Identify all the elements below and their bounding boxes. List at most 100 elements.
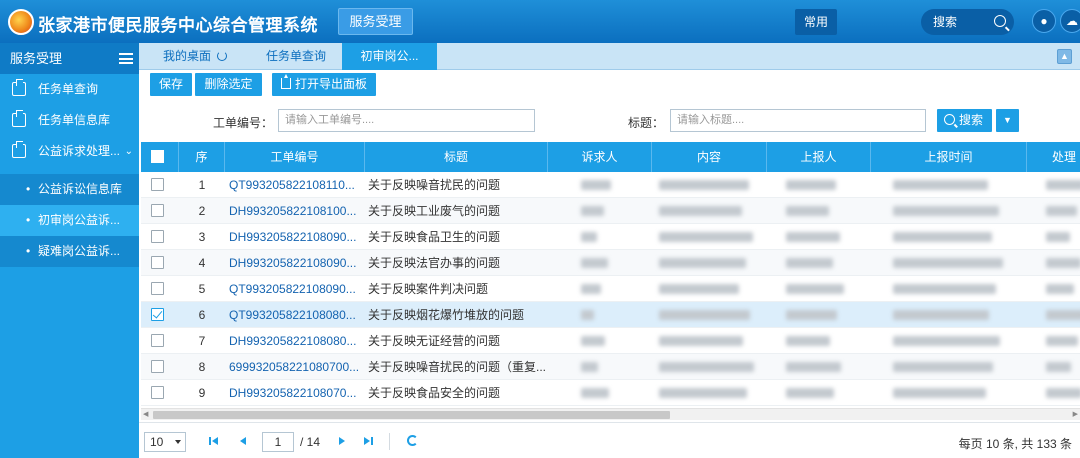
sidebar-subitem-label: 疑难岗公益诉... [38,244,121,258]
search-icon [944,114,955,125]
collapse-up-icon[interactable]: ▲ [1057,49,1072,64]
page-size-select[interactable]: 10 [144,432,186,452]
row-checkbox[interactable] [151,204,164,217]
row-order-no-link[interactable]: DH993205822108090... [229,250,363,276]
col-header-reporter[interactable]: 上报人 [767,142,871,172]
row-checkbox[interactable] [151,178,164,191]
table-row[interactable]: 2 DH993205822108100... 关于反映工业废气的问题 [141,198,1080,224]
redacted-cell [786,336,830,346]
row-order-no-link[interactable]: QT993205822108080... [229,302,363,328]
tab-label: 初审岗公... [360,49,419,63]
col-header-seq[interactable]: 序 [179,142,225,172]
next-page-icon[interactable] [335,433,349,449]
row-checkbox[interactable] [151,282,164,295]
row-checkbox[interactable] [151,386,164,399]
select-all-checkbox[interactable] [151,150,164,163]
table-row[interactable]: 6 QT993205822108080... 关于反映烟花爆竹堆放的问题 [141,302,1080,328]
refresh-icon[interactable] [407,435,418,446]
page-size-value: 10 [150,435,164,449]
scroll-right-icon[interactable]: ▶ [1073,410,1078,418]
col-header-order-no[interactable]: 工单编号 [225,142,365,172]
table-row[interactable]: 8 699932058221080700... 关于反映噪音扰民的问题（重复... [141,354,1080,380]
redacted-cell [1046,284,1074,294]
scrollbar-thumb[interactable] [153,411,670,419]
redacted-cell [786,310,837,320]
favorites-button[interactable]: 常用 [795,9,837,35]
col-header-title[interactable]: 标题 [365,142,548,172]
last-page-icon[interactable] [361,433,375,449]
row-seq: 3 [198,230,206,244]
row-checkbox[interactable] [151,334,164,347]
export-panel-button[interactable]: 打开导出面板 [272,73,376,96]
menu-icon[interactable] [119,53,133,64]
row-checkbox[interactable] [151,256,164,269]
chevron-down-icon[interactable]: ▼ [996,109,1019,132]
col-header-handle[interactable]: 处理 [1027,142,1080,172]
redacted-cell [1046,336,1078,346]
sidebar-item-task-query[interactable]: 任务单查询 [0,74,139,105]
row-order-no-link[interactable]: DH993205822108100... [229,198,363,224]
sidebar-item-task-library[interactable]: 任务单信息库 [0,105,139,136]
upload-icon [280,74,291,89]
global-search-input[interactable]: 搜索 [921,9,1014,35]
bell-icon[interactable]: ● [1032,9,1056,33]
table-row[interactable]: 5 QT993205822108090... 关于反映案件判决问题 [141,276,1080,302]
sidebar-subitem-initial-review[interactable]: 初审岗公益诉... [0,205,139,236]
prev-page-icon[interactable] [237,433,251,449]
refresh-icon[interactable] [217,51,227,61]
scroll-left-icon[interactable]: ◀ [143,410,148,418]
tab-initial-review[interactable]: 初审岗公... [342,43,437,70]
col-header-appellant[interactable]: 诉求人 [548,142,652,172]
tab-bar: 我的桌面 任务单查询 初审岗公... ▲ [139,43,1080,70]
redacted-cell [1046,310,1080,320]
pager-info: 每页 10 条, 共 133 条 [958,437,1072,451]
row-checkbox[interactable] [151,360,164,373]
sidebar-subitem-difficult-review[interactable]: 疑难岗公益诉... [0,236,139,267]
current-page-input[interactable]: 1 [262,432,294,452]
app-header: 张家港市便民服务中心综合管理系统 服务受理 常用 搜索 ● ☁ [0,0,1080,43]
cloud-icon[interactable]: ☁ [1060,9,1080,33]
redacted-cell [659,284,739,294]
redacted-cell [893,362,993,372]
horizontal-scrollbar[interactable]: ◀ ▶ [141,408,1080,420]
redacted-cell [659,362,754,372]
first-page-icon[interactable] [207,433,221,449]
sidebar-item-public-appeal[interactable]: 公益诉求处理... ⌄ [0,136,139,167]
table-row[interactable]: 3 DH993205822108090... 关于反映食品卫生的问题 [141,224,1080,250]
table-row[interactable]: 9 DH993205822108070... 关于反映食品安全的问题 [141,380,1080,406]
tab-task-query[interactable]: 任务单查询 [251,43,341,70]
redacted-cell [1046,232,1070,242]
top-tab-service[interactable]: 服务受理 [338,8,413,35]
app-title: 张家港市便民服务中心综合管理系统 [38,16,318,35]
order-no-input[interactable]: 请输入工单编号.... [278,109,535,132]
row-checkbox[interactable] [151,230,164,243]
redacted-cell [581,258,608,268]
row-order-no-link[interactable]: DH993205822108090... [229,224,363,250]
table-row[interactable]: 1 QT993205822108110... 关于反映噪音扰民的问题 [141,172,1080,198]
sidebar-subitem-litigation-library[interactable]: 公益诉讼信息库 [0,174,139,205]
redacted-cell [581,284,601,294]
header-select-all[interactable] [141,142,179,172]
row-order-no-link[interactable]: DH993205822108080... [229,328,363,354]
row-title: 关于反映法官办事的问题 [368,256,501,270]
title-input[interactable]: 请输入标题.... [670,109,926,132]
document-icon [12,110,26,127]
table-header: 序 工单编号 标题 诉求人 内容 上报人 上报时间 处理 [141,142,1080,172]
tab-label: 任务单查询 [265,49,326,63]
col-header-content[interactable]: 内容 [652,142,767,172]
search-button[interactable]: 搜索 [937,109,992,132]
delete-selected-button[interactable]: 删除选定 [195,73,262,96]
row-checkbox[interactable] [151,308,164,321]
tab-my-desktop[interactable]: 我的桌面 [149,43,241,70]
table-row[interactable]: 4 DH993205822108090... 关于反映法官办事的问题 [141,250,1080,276]
table-row[interactable]: 7 DH993205822108080... 关于反映无证经营的问题 [141,328,1080,354]
save-button[interactable]: 保存 [150,73,192,96]
col-header-report-time[interactable]: 上报时间 [871,142,1027,172]
redacted-cell [581,232,597,242]
row-order-no-link[interactable]: QT993205822108090... [229,276,363,302]
row-order-no-link[interactable]: 699932058221080700... [229,354,363,380]
redacted-cell [786,388,834,398]
row-order-no-link[interactable]: DH993205822108070... [229,380,363,406]
row-order-no-link[interactable]: QT993205822108110... [229,172,363,198]
